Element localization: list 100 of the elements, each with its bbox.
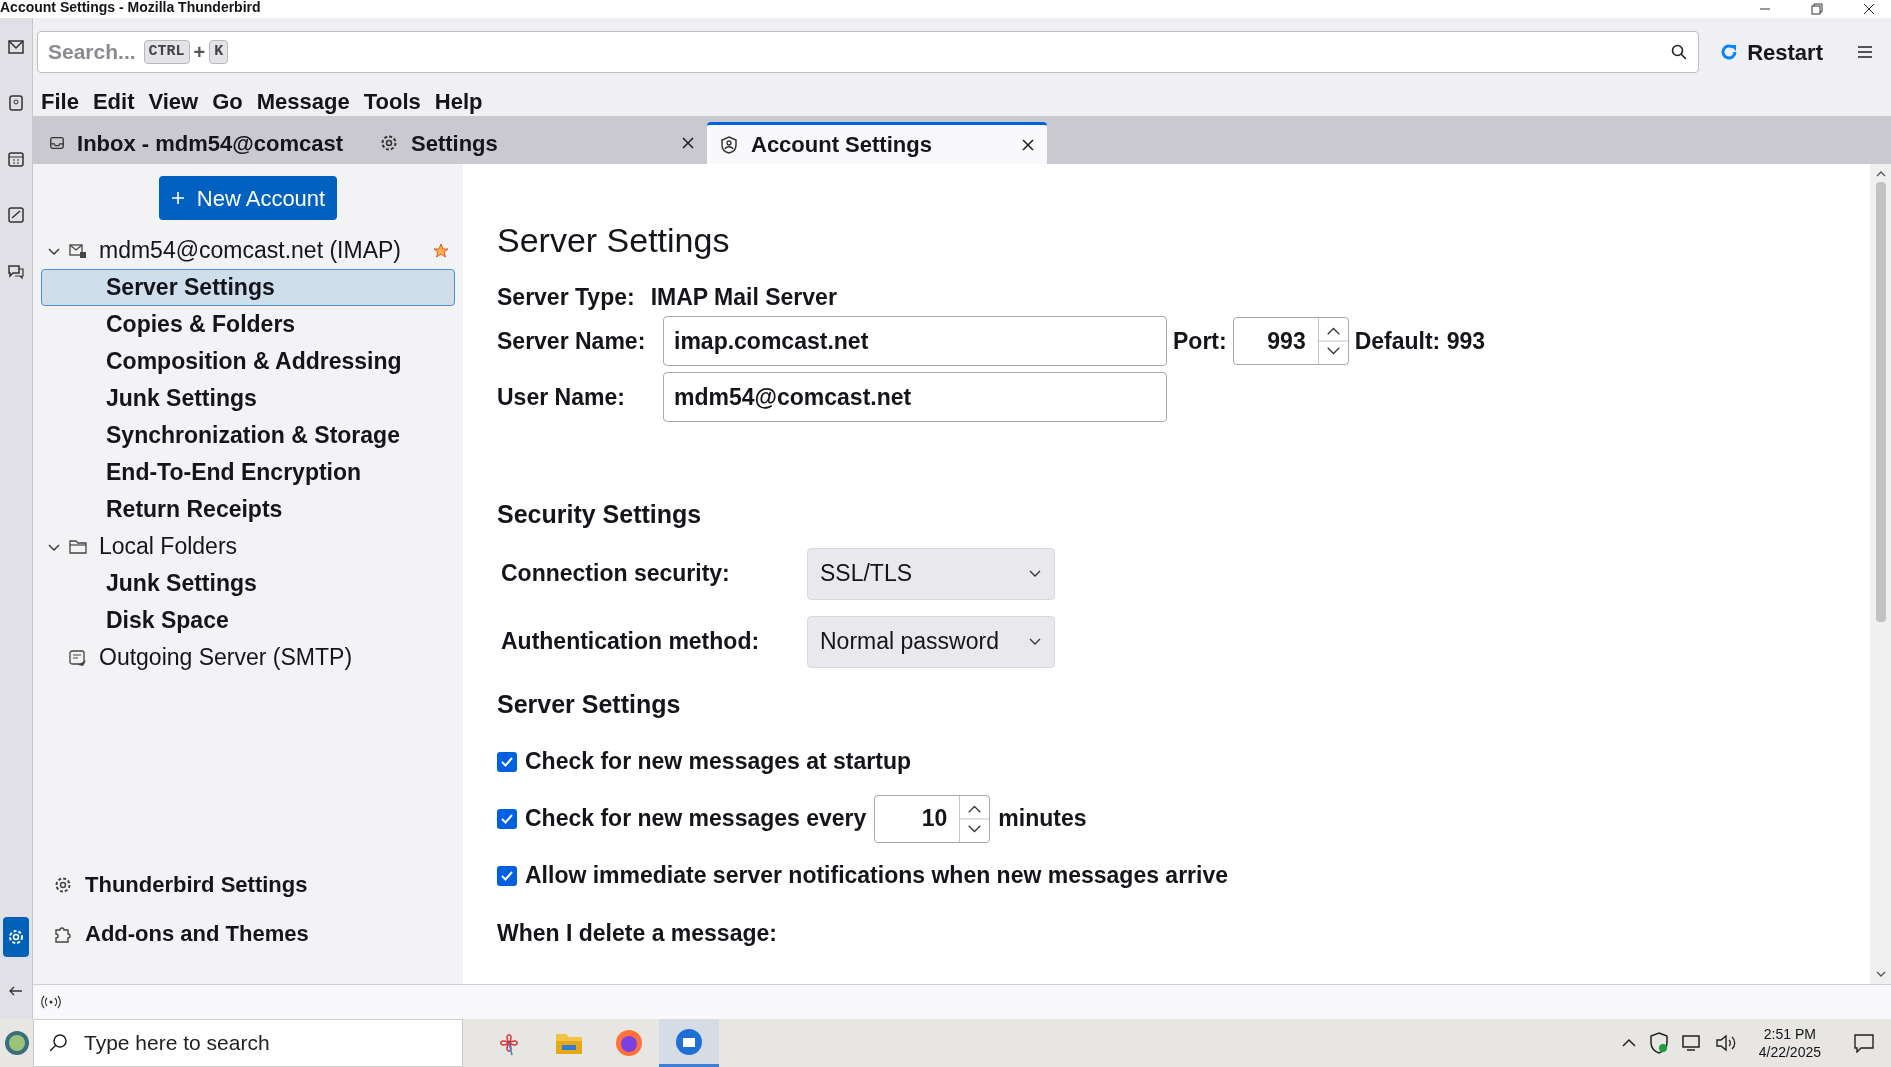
sidebar-item[interactable]: Disk Space [41, 602, 455, 639]
calendar-icon[interactable] [7, 150, 25, 168]
search-icon [48, 1033, 68, 1053]
user-name-field[interactable]: mdm54@comcast.net [663, 372, 1167, 422]
server-name-field[interactable]: imap.comcast.net [663, 316, 1167, 366]
checkbox[interactable] [497, 751, 517, 772]
account-row[interactable]: mdm54@comcast.net (IMAP) [33, 232, 463, 269]
chevron-down-icon [1028, 636, 1042, 647]
network-icon[interactable] [1680, 1033, 1703, 1053]
sidebar-item[interactable]: Synchronization & Storage [41, 417, 455, 454]
chat-icon[interactable] [7, 262, 25, 280]
sidebar-item[interactable]: Composition & Addressing [41, 343, 455, 380]
mail-account-icon [69, 242, 87, 259]
tab[interactable]: Account Settings [707, 122, 1047, 164]
close-icon[interactable] [1863, 3, 1875, 15]
browser-icon [614, 1028, 644, 1058]
shortcut-key: K [209, 39, 229, 65]
search-field[interactable]: Search... CTRL + K [37, 31, 1700, 73]
close-icon[interactable] [1021, 137, 1035, 152]
window-title: Account Settings - Mozilla Thunderbird [0, 0, 261, 16]
search-placeholder: Search... [48, 39, 136, 66]
menu-item[interactable]: File [41, 84, 79, 118]
scroll-up-icon[interactable] [1875, 170, 1886, 178]
menu-item[interactable]: Help [434, 84, 483, 118]
sidebar-link[interactable]: Thunderbird Settings [53, 868, 463, 901]
taskbar-search-placeholder: Type here to search [84, 1030, 270, 1057]
sidebar-item[interactable]: End-To-End Encryption [41, 454, 455, 491]
new-account-button[interactable]: New Account [158, 176, 338, 220]
restore-icon[interactable] [1811, 3, 1823, 15]
address-book-icon[interactable] [7, 94, 25, 112]
account-row[interactable]: Outgoing Server (SMTP) [33, 639, 463, 676]
folder-icon [69, 538, 87, 555]
notification-icon[interactable] [1853, 1033, 1875, 1053]
sidebar-item[interactable]: Junk Settings [41, 380, 455, 417]
tab[interactable]: Inbox - mdm54@comcast [37, 122, 367, 164]
plus-icon [170, 191, 185, 205]
field-label: Connection security: [501, 559, 731, 589]
menu-item[interactable]: Tools [363, 84, 421, 118]
option-label: Check for new messages every [525, 804, 867, 834]
field-label: Server Type: [497, 282, 635, 312]
sidebar-item[interactable]: Junk Settings [41, 565, 455, 602]
unit-label: minutes [998, 804, 1087, 834]
menu-item[interactable]: Edit [92, 84, 135, 118]
shortcut-key: CTRL [143, 39, 190, 65]
clock-date[interactable]: 4/22/2025 [1758, 1043, 1821, 1061]
option-label: Check for new messages at startup [525, 747, 912, 777]
field-label: Authentication method: [501, 627, 761, 657]
menu-item[interactable]: Message [256, 84, 350, 118]
number-input[interactable]: 10 [875, 795, 960, 842]
field-label: User Name: [497, 382, 626, 412]
field-label: Port: [1173, 326, 1227, 356]
account-icon [719, 134, 739, 155]
spinner-arrows-icon[interactable] [959, 795, 990, 842]
chevron-down-icon [1028, 568, 1042, 579]
tasks-icon[interactable] [7, 206, 25, 224]
checkbox[interactable] [497, 865, 517, 886]
speaker-icon[interactable] [1714, 1033, 1737, 1053]
checkbox[interactable] [497, 808, 517, 829]
clock-time[interactable]: 2:51 PM [1763, 1025, 1816, 1043]
settings-icon [7, 928, 25, 946]
mail-icon[interactable] [7, 38, 25, 56]
close-icon[interactable] [681, 136, 695, 150]
mail-client-icon [674, 1026, 704, 1057]
dropdown[interactable]: Normal password [807, 615, 1055, 668]
globe-icon [3, 1030, 30, 1056]
search-icon [1670, 43, 1689, 61]
section-heading: Security Settings [497, 499, 703, 530]
settings-button[interactable] [3, 917, 29, 957]
spinner-arrows-icon[interactable] [1317, 318, 1348, 364]
shield-icon[interactable] [1648, 1032, 1669, 1054]
dropdown[interactable]: SSL/TLS [807, 547, 1055, 600]
section-heading: Server Settings [497, 688, 682, 720]
number-spinner[interactable]: 993 [1232, 317, 1349, 365]
sidebar-link[interactable]: Add-ons and Themes [53, 917, 463, 950]
option-label: Allow immediate server notifications when new messages arrive [525, 861, 1229, 891]
field-value: IMAP Mail Server [650, 282, 837, 312]
outbox-icon [69, 648, 87, 667]
port-default: Default: 993 [1354, 326, 1486, 356]
plus-sign: + [193, 40, 206, 65]
scroll-down-icon[interactable] [1875, 970, 1886, 978]
menu-item[interactable]: Go [212, 84, 243, 118]
field-label: Server Name: [497, 326, 647, 356]
restart-button[interactable]: Restart [1711, 31, 1831, 73]
taskbar-search-field[interactable]: Type here to search [33, 1019, 463, 1067]
taskbar-app[interactable] [659, 1019, 719, 1067]
section-heading: When I delete a message: [497, 919, 778, 948]
scrollbar[interactable] [1870, 164, 1891, 984]
gear-icon [379, 133, 399, 153]
sidebar-item[interactable]: Return Receipts [41, 491, 455, 528]
tab[interactable]: Settings [367, 122, 707, 164]
page-heading: Server Settings [497, 220, 731, 260]
chevron-up-icon[interactable] [1620, 1038, 1637, 1048]
menu-item[interactable]: View [148, 84, 199, 118]
inbox-icon [49, 134, 66, 152]
account-row[interactable]: Local Folders [33, 528, 463, 565]
sidebar-item[interactable]: Server Settings [41, 269, 455, 306]
number-spinner[interactable]: 10 [874, 794, 991, 843]
sidebar-item[interactable]: Copies & Folders [41, 306, 455, 343]
signal-icon[interactable] [41, 995, 61, 1009]
number-input[interactable]: 993 [1233, 318, 1318, 364]
